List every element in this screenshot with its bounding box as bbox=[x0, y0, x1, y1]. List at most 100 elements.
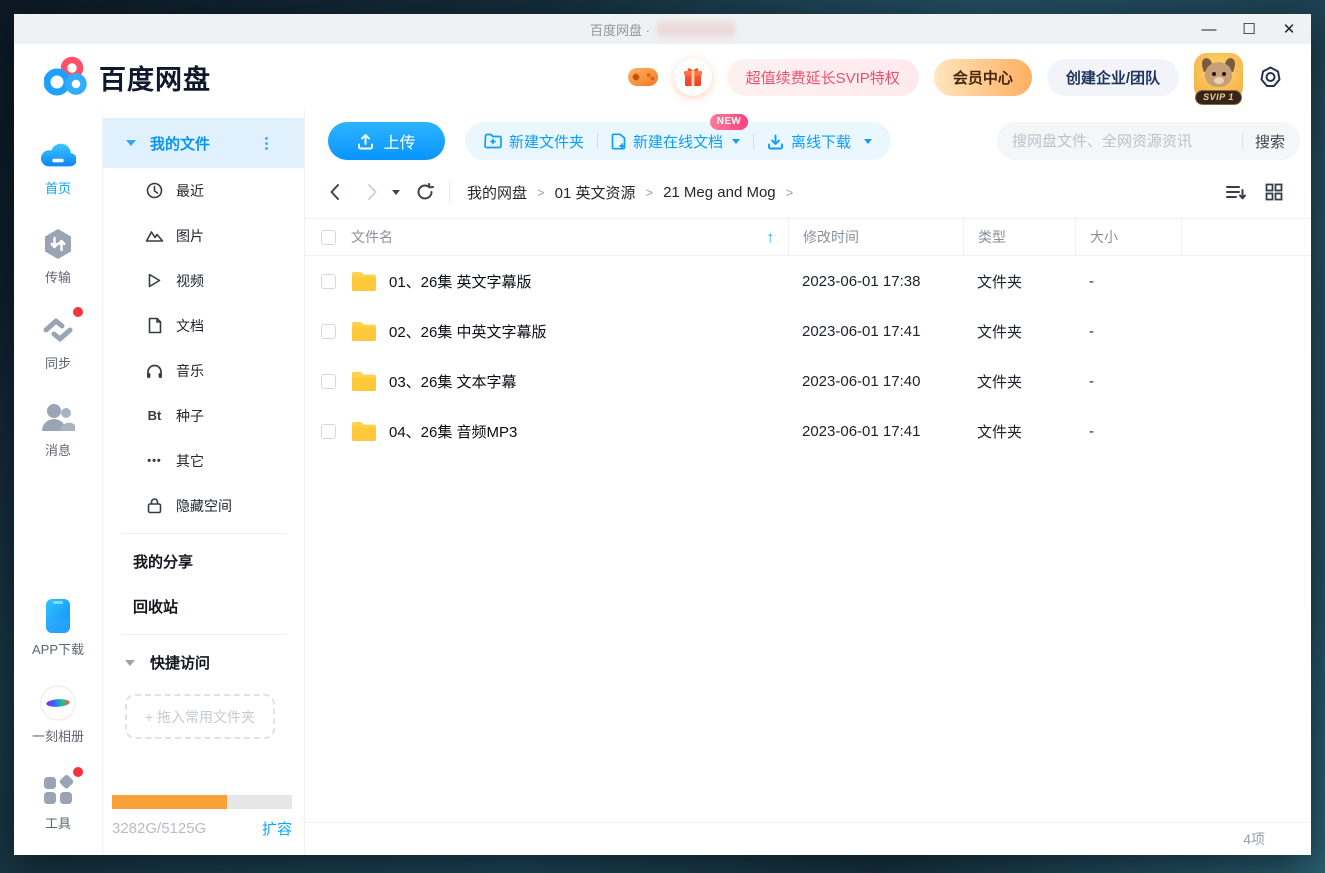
rail-item-tools[interactable]: 工具 bbox=[40, 772, 76, 832]
sidebar-item-music[interactable]: 音乐 bbox=[103, 348, 304, 393]
close-button[interactable]: ✕ bbox=[1281, 22, 1297, 37]
baidu-netdisk-logo[interactable]: 百度网盘 bbox=[44, 56, 211, 98]
search-button[interactable]: 搜索 bbox=[1255, 131, 1285, 152]
column-header-time[interactable]: 修改时间 bbox=[788, 219, 963, 255]
new-doc-icon bbox=[611, 133, 626, 150]
tree-label: 文档 bbox=[176, 316, 204, 336]
window-title: 百度网盘 · bbox=[590, 20, 735, 39]
file-name[interactable]: 03、26集 文本字幕 bbox=[389, 371, 517, 392]
file-type: 文件夹 bbox=[963, 371, 1075, 392]
rail-label: 工具 bbox=[45, 813, 71, 832]
storage-usage-bar[interactable] bbox=[112, 795, 292, 809]
sort-order-icon[interactable] bbox=[1225, 183, 1246, 201]
rail-label: 首页 bbox=[45, 178, 71, 197]
sidebar-item-recent[interactable]: 最近 bbox=[103, 168, 304, 213]
rail-item-messages[interactable]: 消息 bbox=[40, 399, 76, 459]
desktop-background: 百度网盘 · — ☐ ✕ 百度网盘 bbox=[0, 0, 1325, 873]
table-row[interactable]: 01、26集 英文字幕版 2023-06-01 17:38 文件夹 - bbox=[305, 256, 1311, 306]
status-bar: 4项 bbox=[305, 822, 1311, 855]
rail-item-photos[interactable]: 一刻相册 bbox=[32, 685, 84, 745]
user-avatar[interactable]: SVIP 1 bbox=[1194, 53, 1243, 102]
file-name[interactable]: 04、26集 音频MP3 bbox=[389, 421, 517, 442]
tree-label: 音乐 bbox=[176, 361, 204, 381]
side-navigation: 我的文件 最近 图片 bbox=[103, 110, 305, 855]
refresh-icon[interactable] bbox=[416, 183, 434, 201]
history-dropdown-icon[interactable] bbox=[392, 190, 400, 195]
settings-icon[interactable] bbox=[1258, 65, 1283, 90]
breadcrumb-item[interactable]: 01 英文资源 bbox=[555, 182, 636, 203]
breadcrumb-item[interactable]: 我的网盘 bbox=[467, 182, 527, 203]
grid-view-icon[interactable] bbox=[1265, 183, 1283, 201]
sidebar-item-torrents[interactable]: Bt 种子 bbox=[103, 393, 304, 438]
offline-download-button[interactable]: 离线下载 bbox=[767, 131, 872, 152]
sidebar-item-videos[interactable]: 视频 bbox=[103, 258, 304, 303]
minimize-button[interactable]: — bbox=[1201, 22, 1217, 37]
expand-storage-link[interactable]: 扩容 bbox=[262, 818, 292, 839]
torrent-icon: Bt bbox=[145, 408, 164, 423]
messages-icon bbox=[40, 399, 76, 435]
quick-access-label: 快捷访问 bbox=[150, 652, 210, 673]
toolbar: 上传 新建文件夹 NEW bbox=[305, 110, 1311, 166]
sidebar-section-quick-access[interactable]: 快捷访问 bbox=[103, 640, 304, 685]
row-checkbox[interactable] bbox=[321, 374, 336, 389]
new-online-doc-button[interactable]: NEW 新建在线文档 bbox=[611, 131, 740, 152]
column-header-name[interactable]: 文件名 bbox=[351, 227, 393, 247]
file-modified-time: 2023-06-01 17:41 bbox=[788, 423, 963, 440]
table-row[interactable]: 04、26集 音频MP3 2023-06-01 17:41 文件夹 - bbox=[305, 406, 1311, 456]
chevron-down-icon[interactable] bbox=[126, 140, 136, 146]
row-checkbox[interactable] bbox=[321, 324, 336, 339]
forward-button[interactable] bbox=[367, 183, 378, 201]
chevron-down-icon[interactable] bbox=[125, 660, 135, 666]
divider bbox=[121, 634, 286, 635]
file-name[interactable]: 01、26集 英文字幕版 bbox=[389, 271, 532, 292]
rail-item-transfer[interactable]: 传输 bbox=[40, 226, 76, 286]
maximize-button[interactable]: ☐ bbox=[1241, 22, 1257, 37]
rail-item-home[interactable]: 首页 bbox=[40, 137, 76, 197]
back-button[interactable] bbox=[329, 183, 340, 201]
create-team-button[interactable]: 创建企业/团队 bbox=[1047, 59, 1179, 96]
search-box[interactable]: 搜索 bbox=[997, 122, 1300, 160]
table-row[interactable]: 03、26集 文本字幕 2023-06-01 17:40 文件夹 - bbox=[305, 356, 1311, 406]
file-type: 文件夹 bbox=[963, 271, 1075, 292]
more-options-icon[interactable] bbox=[265, 137, 268, 150]
sidebar-item-hidden-space[interactable]: 隐藏空间 bbox=[103, 483, 304, 528]
chevron-down-icon bbox=[864, 139, 872, 144]
column-header-type[interactable]: 类型 bbox=[963, 219, 1075, 255]
sort-ascending-icon[interactable]: ↑ bbox=[767, 229, 775, 246]
select-all-checkbox[interactable] bbox=[321, 230, 336, 245]
offline-download-label: 离线下载 bbox=[791, 131, 851, 152]
tree-label: 最近 bbox=[176, 181, 204, 201]
table-row[interactable]: 02、26集 中英文字幕版 2023-06-01 17:41 文件夹 - bbox=[305, 306, 1311, 356]
sidebar-item-my-shares[interactable]: 我的分享 bbox=[103, 539, 304, 584]
drop-favorite-folder-zone[interactable]: + 拖入常用文件夹 bbox=[125, 694, 275, 739]
redacted-username bbox=[657, 22, 735, 37]
tree-label: 种子 bbox=[176, 406, 204, 426]
column-header-size[interactable]: 大小 bbox=[1075, 219, 1181, 255]
tree-label: 图片 bbox=[176, 226, 204, 246]
storage-usage-fill bbox=[112, 795, 227, 809]
sidebar-item-documents[interactable]: 文档 bbox=[103, 303, 304, 348]
upload-button[interactable]: 上传 bbox=[328, 122, 445, 160]
breadcrumb-item[interactable]: 21 Meg and Mog bbox=[663, 184, 776, 201]
file-size: - bbox=[1075, 273, 1181, 290]
title-bar[interactable]: 百度网盘 · — ☐ ✕ bbox=[14, 14, 1311, 44]
sidebar-item-other[interactable]: ••• 其它 bbox=[103, 438, 304, 483]
download-icon bbox=[767, 133, 784, 150]
divider bbox=[121, 533, 286, 534]
row-checkbox[interactable] bbox=[321, 424, 336, 439]
rail-item-sync[interactable]: 同步 bbox=[40, 312, 76, 372]
games-icon[interactable] bbox=[627, 65, 659, 89]
file-name[interactable]: 02、26集 中英文字幕版 bbox=[389, 321, 547, 342]
sidebar-item-images[interactable]: 图片 bbox=[103, 213, 304, 258]
photos-icon bbox=[40, 685, 76, 721]
sidebar-item-my-files[interactable]: 我的文件 bbox=[103, 118, 304, 168]
row-checkbox[interactable] bbox=[321, 274, 336, 289]
rail-item-app-download[interactable]: APP下载 bbox=[32, 598, 84, 658]
gift-icon[interactable] bbox=[674, 58, 712, 96]
sidebar-item-recycle-bin[interactable]: 回收站 bbox=[103, 584, 304, 629]
member-center-button[interactable]: 会员中心 bbox=[934, 59, 1032, 96]
svip-renewal-banner[interactable]: 超值续费延长SVIP特权 bbox=[727, 59, 919, 96]
sync-icon bbox=[40, 312, 76, 348]
search-input[interactable] bbox=[1012, 133, 1230, 150]
new-folder-button[interactable]: 新建文件夹 bbox=[484, 131, 584, 152]
